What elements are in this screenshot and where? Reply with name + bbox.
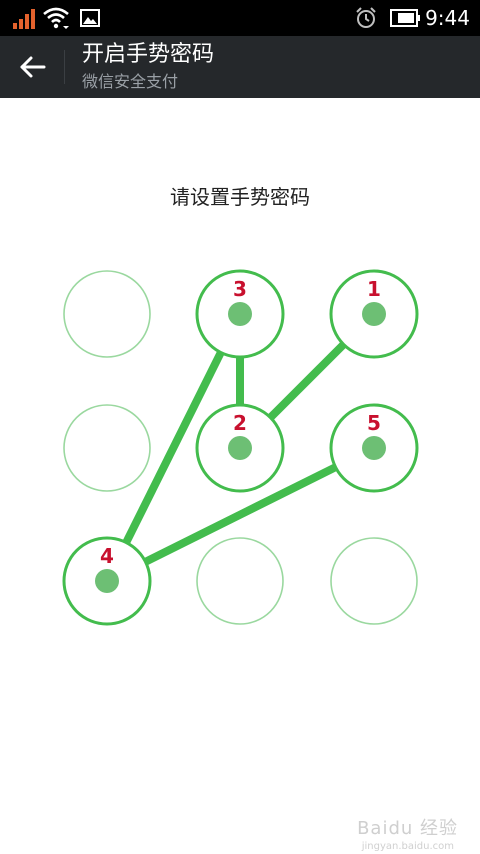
pattern-order-number: 2 bbox=[233, 411, 247, 435]
pattern-lock-grid[interactable]: 3 1 2 5 4 bbox=[0, 0, 480, 854]
pattern-order-number: 4 bbox=[100, 544, 114, 568]
baidu-watermark-url: jingyan.baidu.com bbox=[361, 841, 454, 852]
pattern-node-ring bbox=[63, 404, 151, 492]
pattern-node-0-2[interactable]: 1 bbox=[329, 269, 419, 359]
pattern-order-number: 3 bbox=[233, 277, 247, 301]
pattern-node-2-0[interactable]: 4 bbox=[62, 536, 152, 626]
pattern-node-dot bbox=[228, 302, 252, 326]
pattern-node-ring bbox=[330, 537, 418, 625]
pattern-order-number: 5 bbox=[367, 411, 381, 435]
pattern-order-number: 1 bbox=[367, 277, 381, 301]
pattern-node-ring bbox=[63, 270, 151, 358]
pattern-connector-line bbox=[267, 341, 347, 421]
pattern-node-0-1[interactable]: 3 bbox=[195, 269, 285, 359]
pattern-node-dot bbox=[362, 302, 386, 326]
pattern-node-dot bbox=[228, 436, 252, 460]
pattern-node-2-1[interactable] bbox=[196, 537, 284, 625]
pattern-node-1-2[interactable]: 5 bbox=[329, 403, 419, 493]
baidu-watermark: Baidu 经验 bbox=[357, 818, 458, 839]
pattern-node-1-0[interactable] bbox=[63, 404, 151, 492]
pattern-node-0-0[interactable] bbox=[63, 270, 151, 358]
pattern-node-1-1[interactable]: 2 bbox=[195, 403, 285, 493]
pattern-node-dot bbox=[362, 436, 386, 460]
pattern-node-ring bbox=[196, 537, 284, 625]
pattern-node-2-2[interactable] bbox=[330, 537, 418, 625]
pattern-node-dot bbox=[95, 569, 119, 593]
